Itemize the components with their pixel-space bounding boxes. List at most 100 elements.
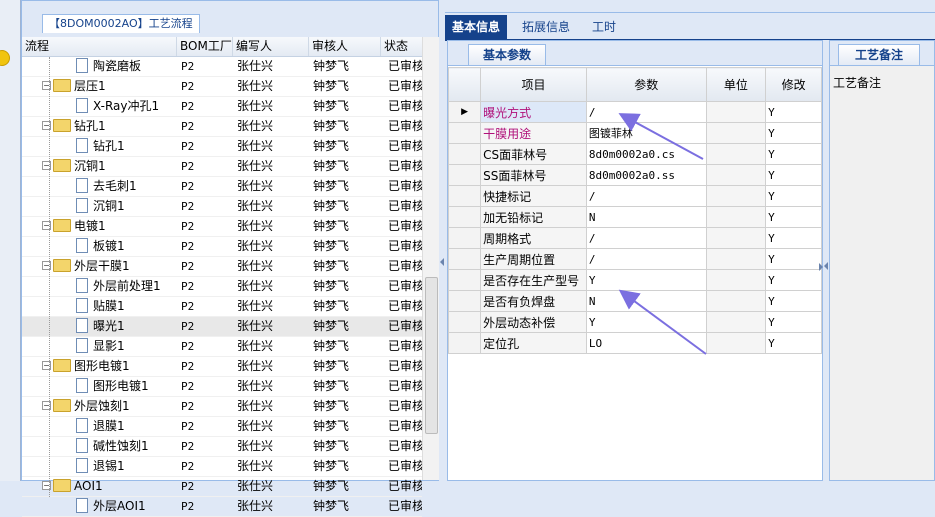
tree-node[interactable]: 沉铜1 — [22, 197, 177, 216]
folder-icon — [53, 119, 71, 132]
tree-guide-line — [49, 57, 50, 497]
tree-node[interactable]: 图形电镀1 — [22, 377, 177, 396]
writer-cell: 张仕兴 — [237, 259, 274, 273]
writer-cell: 张仕兴 — [237, 159, 274, 173]
status-cell: 已审核 — [388, 59, 422, 73]
writer-cell: 张仕兴 — [237, 199, 274, 213]
column-header-writer[interactable]: 编写人 — [233, 37, 309, 56]
reviewer-cell: 钟梦飞 — [313, 279, 350, 293]
tab-extended-info[interactable]: 拓展信息 — [515, 15, 577, 39]
tree-node[interactable]: − 图形电镀1 — [22, 357, 177, 376]
tree-scrollbar[interactable] — [422, 37, 439, 480]
tree-node-label: 陶瓷磨板 — [93, 59, 142, 73]
tree-row[interactable]: 外层AOI1 P2 张仕兴 钟梦飞 已审核 — [22, 497, 422, 517]
tree-node-label: 显影1 — [93, 339, 125, 353]
tree-row[interactable]: 图形电镀1 P2 张仕兴 钟梦飞 已审核 — [22, 377, 422, 397]
status-cell: 已审核 — [388, 459, 422, 473]
tree-node[interactable]: − 层压1 — [22, 77, 177, 96]
reviewer-cell: 钟梦飞 — [313, 99, 350, 113]
reviewer-cell: 钟梦飞 — [313, 239, 350, 253]
tree-row[interactable]: 曝光1 P2 张仕兴 钟梦飞 已审核 — [22, 317, 422, 337]
tab-work-hours[interactable]: 工时 — [585, 15, 623, 39]
document-icon — [76, 318, 88, 333]
bom-cell: P2 — [181, 460, 195, 473]
tree-node[interactable]: 退锡1 — [22, 457, 177, 476]
tree-row[interactable]: − 钻孔1 P2 张仕兴 钟梦飞 已审核 — [22, 117, 422, 137]
folder-icon — [53, 219, 71, 232]
tree-node[interactable]: 钻孔1 — [22, 137, 177, 156]
status-cell: 已审核 — [388, 479, 422, 493]
status-cell: 已审核 — [388, 399, 422, 413]
bom-cell: P2 — [181, 480, 195, 493]
tree-node[interactable]: − 沉铜1 — [22, 157, 177, 176]
tree-row[interactable]: 退膜1 P2 张仕兴 钟梦飞 已审核 — [22, 417, 422, 437]
tree-row[interactable]: 外层前处理1 P2 张仕兴 钟梦飞 已审核 — [22, 277, 422, 297]
tree-row[interactable]: − 层压1 P2 张仕兴 钟梦飞 已审核 — [22, 77, 422, 97]
tree-row[interactable]: − 沉铜1 P2 张仕兴 钟梦飞 已审核 — [22, 157, 422, 177]
tree-row[interactable]: 钻孔1 P2 张仕兴 钟梦飞 已审核 — [22, 137, 422, 157]
tree-node[interactable]: 碱性蚀刻1 — [22, 437, 177, 456]
tree-node[interactable]: − 外层干膜1 — [22, 257, 177, 276]
tree-row[interactable]: − 外层干膜1 P2 张仕兴 钟梦飞 已审核 — [22, 257, 422, 277]
tree-node[interactable]: 贴膜1 — [22, 297, 177, 316]
document-icon — [76, 498, 88, 513]
tree-node[interactable]: 板镀1 — [22, 237, 177, 256]
tree-node[interactable]: 显影1 — [22, 337, 177, 356]
tree-row[interactable]: 贴膜1 P2 张仕兴 钟梦飞 已审核 — [22, 297, 422, 317]
reviewer-cell: 钟梦飞 — [313, 439, 350, 453]
panel-splitter[interactable] — [439, 0, 445, 481]
tree-row[interactable]: 碱性蚀刻1 P2 张仕兴 钟梦飞 已审核 — [22, 437, 422, 457]
expand-notes-icon[interactable] — [824, 262, 828, 270]
writer-cell: 张仕兴 — [237, 499, 274, 513]
tree-node-label: 贴膜1 — [93, 299, 125, 313]
tree-node[interactable]: 陶瓷磨板 — [22, 57, 177, 76]
tree-node[interactable]: − 外层蚀刻1 — [22, 397, 177, 416]
main-tabs: 基本信息 拓展信息 工时 — [445, 13, 935, 41]
tree-row[interactable]: − AOI1 P2 张仕兴 钟梦飞 已审核 — [22, 477, 422, 497]
document-icon — [76, 338, 88, 353]
tree-node[interactable]: 外层前处理1 — [22, 277, 177, 296]
tree-node[interactable]: 外层AOI1 — [22, 497, 177, 516]
tree-row[interactable]: 退锡1 P2 张仕兴 钟梦飞 已审核 — [22, 457, 422, 477]
tree-node-label: 电镀1 — [74, 219, 106, 233]
tree-node[interactable]: − 电镀1 — [22, 217, 177, 236]
tree-node[interactable]: 去毛刺1 — [22, 177, 177, 196]
collapse-left-icon[interactable] — [440, 258, 444, 266]
annotation-arrows — [618, 113, 707, 355]
tree-row[interactable]: 显影1 P2 张仕兴 钟梦飞 已审核 — [22, 337, 422, 357]
bom-cell: P2 — [181, 240, 195, 253]
tree-node-label: 碱性蚀刻1 — [93, 439, 149, 453]
basic-params-panel: 基本参数 项目 参数 单位 修改 ▶ 曝光方式 / Y 干膜用途 图镀菲林 Y CS面菲林号 8… — [447, 40, 823, 481]
tree-row[interactable]: X-Ray冲孔1 P2 张仕兴 钟梦飞 已审核 — [22, 97, 422, 117]
column-header-bom[interactable]: BOM工厂 — [177, 37, 233, 56]
tree-row[interactable]: 陶瓷磨板 P2 张仕兴 钟梦飞 已审核 — [22, 57, 422, 77]
tree-node[interactable]: X-Ray冲孔1 — [22, 97, 177, 116]
tree-row[interactable]: − 图形电镀1 P2 张仕兴 钟梦飞 已审核 — [22, 357, 422, 377]
reviewer-cell: 钟梦飞 — [313, 119, 350, 133]
bom-cell: P2 — [181, 420, 195, 433]
tree-row[interactable]: − 电镀1 P2 张仕兴 钟梦飞 已审核 — [22, 217, 422, 237]
tab-basic-info[interactable]: 基本信息 — [445, 15, 508, 39]
tab-process-notes[interactable]: 工艺备注 — [838, 44, 921, 65]
writer-cell: 张仕兴 — [237, 359, 274, 373]
tree-row[interactable]: 板镀1 P2 张仕兴 钟梦飞 已审核 — [22, 237, 422, 257]
status-cell: 已审核 — [388, 419, 422, 433]
tree-node[interactable]: − 钻孔1 — [22, 117, 177, 136]
tree-node[interactable]: 退膜1 — [22, 417, 177, 436]
document-icon — [76, 98, 88, 113]
tree-scroll-thumb[interactable] — [425, 277, 438, 434]
tree-row[interactable]: − 外层蚀刻1 P2 张仕兴 钟梦飞 已审核 — [22, 397, 422, 417]
tree-node[interactable]: 曝光1 — [22, 317, 177, 336]
column-header-reviewer[interactable]: 审核人 — [309, 37, 381, 56]
writer-cell: 张仕兴 — [237, 139, 274, 153]
tree-node-label: 外层AOI1 — [93, 499, 146, 513]
tree-row[interactable]: 沉铜1 P2 张仕兴 钟梦飞 已审核 — [22, 197, 422, 217]
tree-node-label: 去毛刺1 — [93, 179, 137, 193]
writer-cell: 张仕兴 — [237, 299, 274, 313]
tree-row[interactable]: 去毛刺1 P2 张仕兴 钟梦飞 已审核 — [22, 177, 422, 197]
tree-node[interactable]: − AOI1 — [22, 477, 177, 496]
status-cell: 已审核 — [388, 379, 422, 393]
status-cell: 已审核 — [388, 119, 422, 133]
tree-title-tab[interactable]: 【8DOM0002AO】工艺流程 — [42, 14, 200, 33]
column-header-process[interactable]: 流程 — [22, 37, 177, 56]
